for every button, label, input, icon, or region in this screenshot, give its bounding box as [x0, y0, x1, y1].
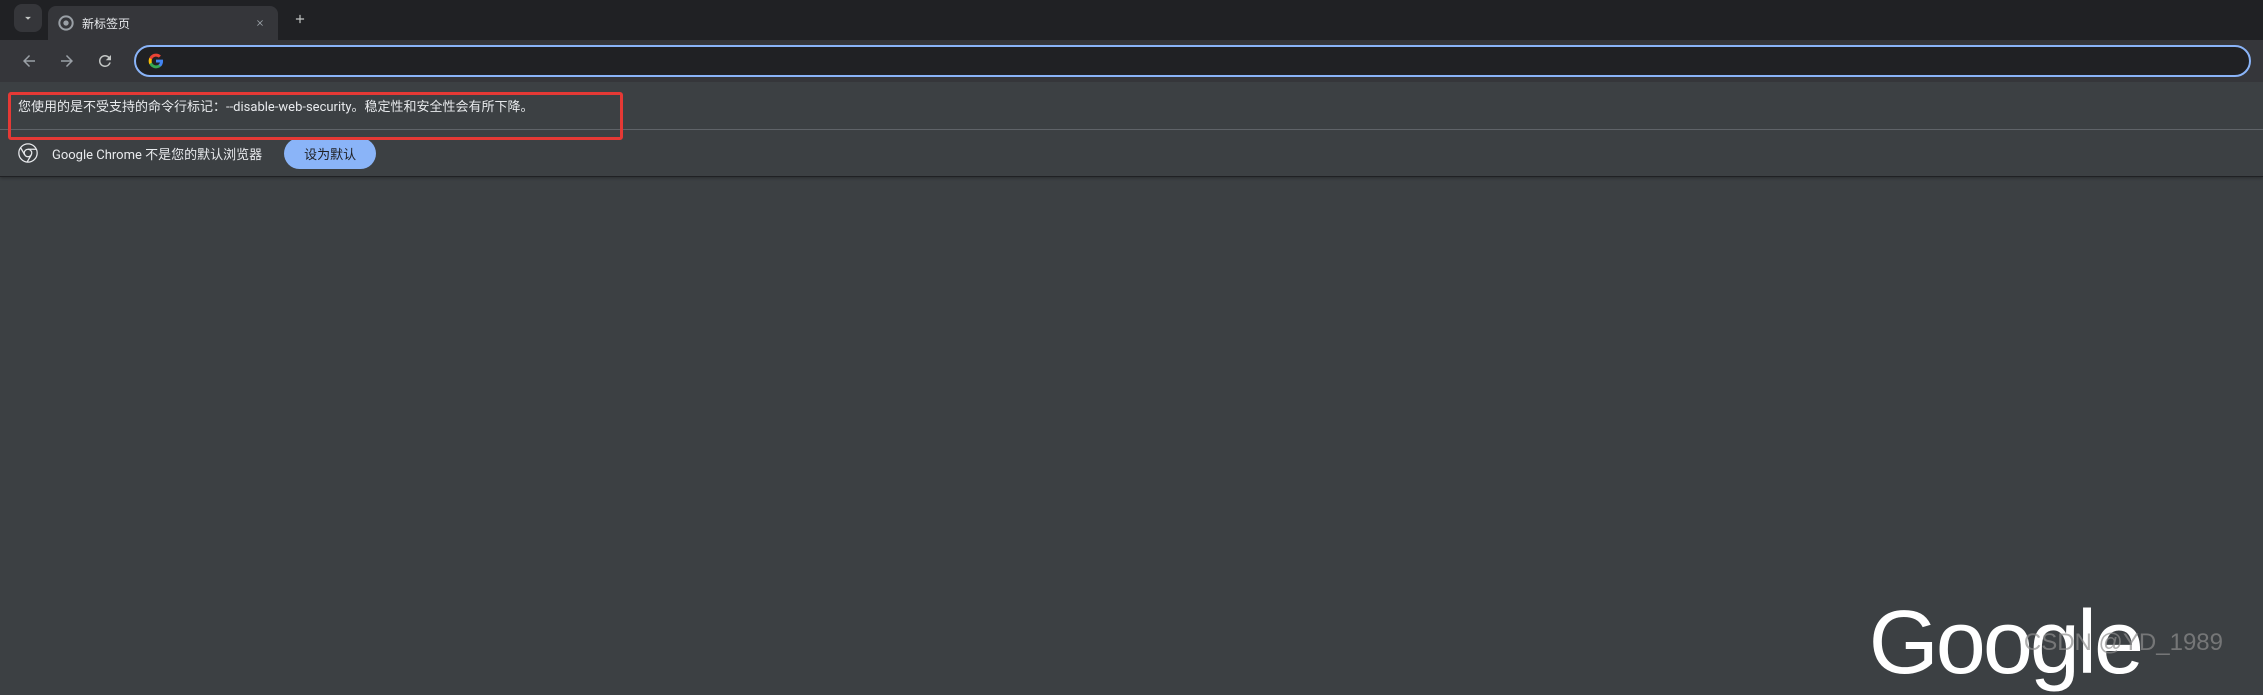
omnibox-input[interactable]	[172, 53, 2237, 69]
tab-strip: 新标签页	[0, 0, 2263, 40]
chrome-logo-icon	[18, 143, 38, 163]
back-button[interactable]	[12, 44, 46, 78]
toolbar	[0, 40, 2263, 82]
set-default-button[interactable]: 设为默认	[284, 138, 376, 169]
forward-button[interactable]	[50, 44, 84, 78]
search-tabs-dropdown[interactable]	[14, 4, 42, 32]
reload-button[interactable]	[88, 44, 122, 78]
reload-icon	[96, 52, 114, 70]
warning-text: 您使用的是不受支持的命令行标记：--disable-web-security。稳…	[18, 100, 534, 115]
address-bar[interactable]	[134, 45, 2251, 77]
chrome-favicon-icon	[58, 15, 74, 31]
close-icon	[255, 18, 265, 28]
new-tab-content: Google CSDN @YD_1989	[0, 177, 2263, 665]
google-g-icon	[148, 53, 164, 69]
tab-close-button[interactable]	[252, 15, 268, 31]
google-logo: Google	[1869, 592, 2141, 695]
plus-icon	[293, 12, 307, 26]
default-browser-infobar: Google Chrome 不是您的默认浏览器 设为默认	[0, 129, 2263, 177]
browser-tab[interactable]: 新标签页	[48, 6, 278, 40]
new-tab-button[interactable]	[286, 5, 314, 33]
arrow-right-icon	[58, 52, 76, 70]
tab-title: 新标签页	[82, 15, 252, 32]
security-warning-banner: 您使用的是不受支持的命令行标记：--disable-web-security。稳…	[0, 82, 2263, 129]
infobar-message: Google Chrome 不是您的默认浏览器	[52, 144, 262, 163]
chevron-down-icon	[21, 11, 35, 25]
arrow-left-icon	[20, 52, 38, 70]
